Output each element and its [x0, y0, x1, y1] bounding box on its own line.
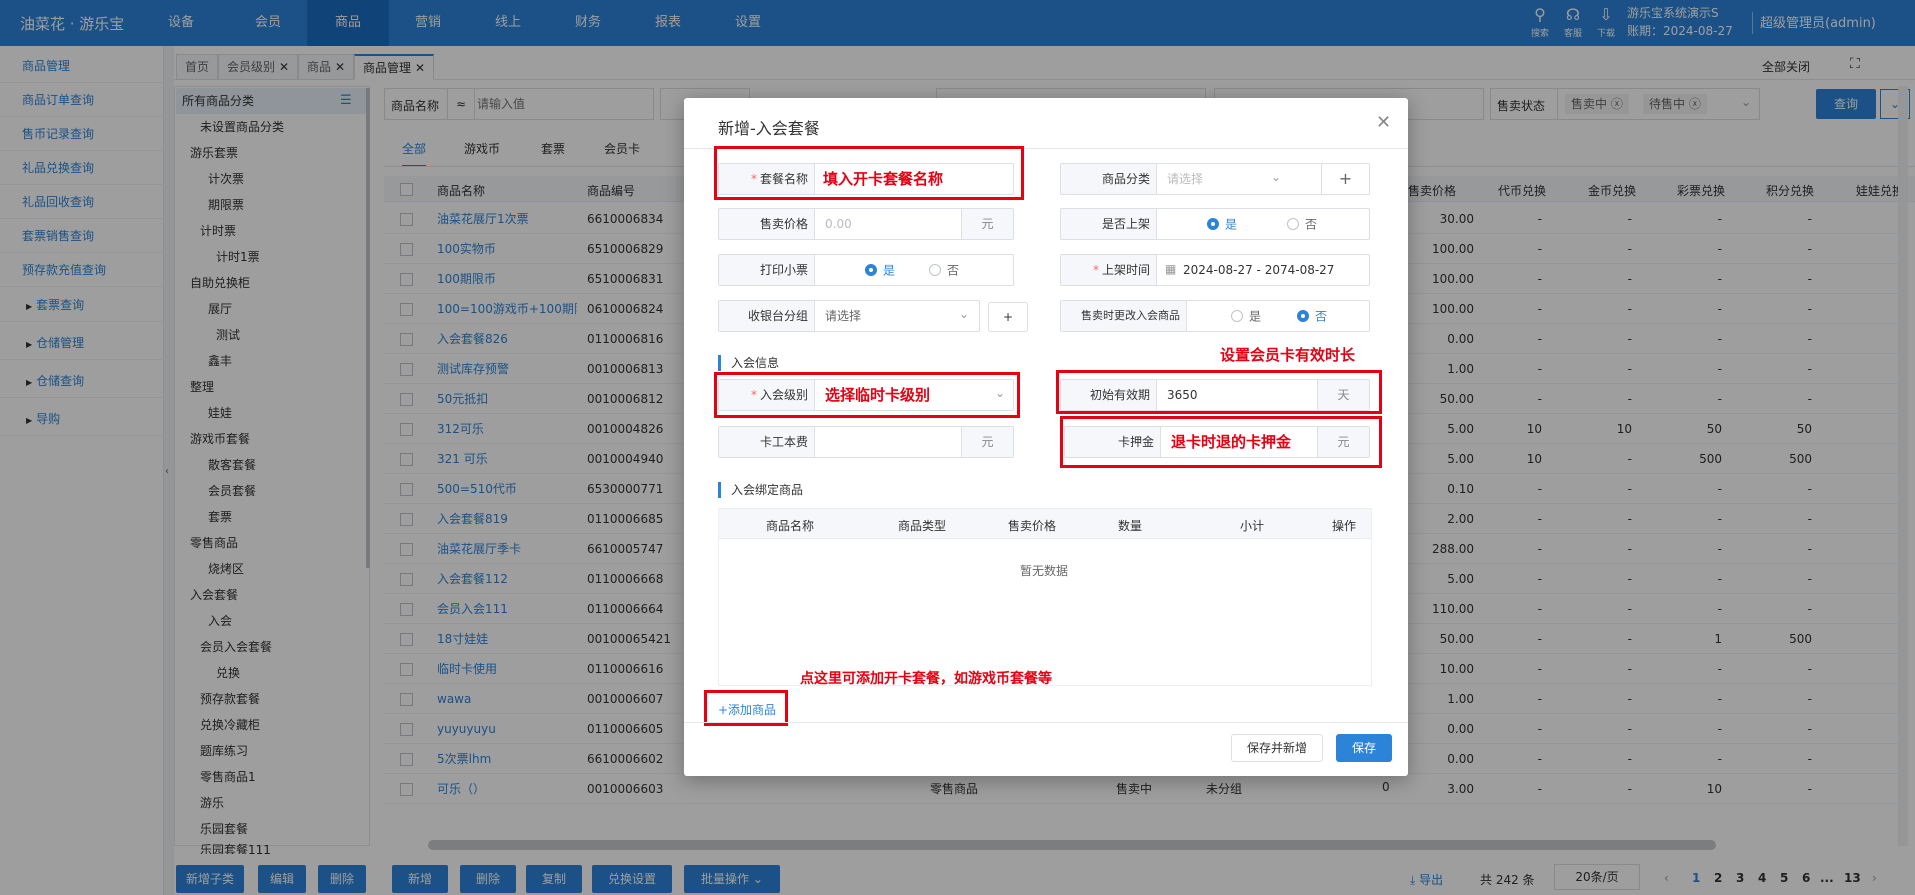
divider	[684, 722, 1408, 723]
field-label: 售卖价格	[719, 209, 815, 239]
chevron-down-icon: ⌄	[959, 307, 970, 321]
annotation-validity: 设置会员卡有效时长	[1220, 346, 1356, 364]
shelf-time-field: * 上架时间 ▦ 2024-08-27 - 2074-08-27	[1060, 254, 1370, 286]
print-receipt-field: 打印小票 是 否	[718, 254, 1014, 286]
save-button[interactable]: 保存	[1336, 734, 1392, 762]
validity-field: 初始有效期 3650 天	[1060, 379, 1370, 411]
on-shelf-no-radio[interactable]: 否	[1277, 209, 1317, 239]
field-label: 打印小票	[719, 255, 815, 285]
field-label: 卡押金	[1065, 427, 1161, 457]
card-cost-field: 卡工本费 元	[718, 426, 1014, 458]
category-select[interactable]: 请选择	[1157, 164, 1203, 194]
field-label: 是否上架	[1061, 209, 1157, 239]
on-shelf-field: 是否上架 是 否	[1060, 208, 1370, 240]
field-label: 卡工本费	[719, 427, 815, 457]
field-label: 商品分类	[1061, 164, 1157, 194]
add-cashier-group-button[interactable]: +	[988, 302, 1028, 332]
col-header: 操作	[1332, 519, 1357, 533]
chevron-down-icon: ⌄	[995, 386, 1006, 400]
field-label: * 套餐名称	[719, 164, 815, 194]
validity-input[interactable]: 3650	[1157, 380, 1198, 410]
add-membership-package-dialog: 新增-入会套餐 ✕ * 套餐名称 填入开卡套餐名称 商品分类 请选择 ⌄ + 售卖…	[684, 98, 1408, 776]
col-header: 商品类型	[898, 519, 947, 533]
col-header: 商品名称	[766, 519, 815, 533]
add-category-button[interactable]: +	[1321, 164, 1369, 194]
change-on-sale-field: 售卖时更改入会商品 是 否	[1060, 300, 1370, 332]
change-yes-radio[interactable]: 是	[1221, 301, 1261, 331]
cashier-group-select[interactable]: 请选择	[815, 301, 861, 331]
deposit-input[interactable]: 退卡时退的卡押金	[1161, 427, 1291, 457]
unit-label: 元	[961, 427, 1013, 457]
print-no-radio[interactable]: 否	[919, 255, 959, 285]
close-icon[interactable]: ✕	[1376, 112, 1391, 133]
field-label: 收银台分组	[719, 301, 815, 331]
add-goods-link[interactable]: +添加商品	[718, 701, 776, 718]
cashier-group-field: 收银台分组 请选择 ⌄	[718, 300, 980, 332]
section-join-info: 入会信息	[718, 355, 779, 371]
field-label: 售卖时更改入会商品	[1061, 301, 1187, 331]
join-level-select[interactable]: 选择临时卡级别	[815, 380, 930, 410]
change-no-radio[interactable]: 否	[1287, 301, 1327, 331]
join-level-field: * 入会级别 选择临时卡级别 ⌄	[718, 379, 1014, 411]
chevron-down-icon: ⌄	[1271, 170, 1282, 184]
save-and-new-button[interactable]: 保存并新增	[1231, 734, 1323, 762]
category-field: 商品分类 请选择 ⌄ +	[1060, 163, 1370, 195]
price-field: 售卖价格 0.00 元	[718, 208, 1014, 240]
price-input[interactable]: 0.00	[815, 209, 852, 239]
field-label: * 上架时间	[1061, 255, 1157, 285]
package-name-input[interactable]: 填入开卡套餐名称	[815, 164, 943, 194]
col-header: 小计	[1240, 519, 1265, 533]
unit-label: 元	[961, 209, 1013, 239]
col-header: 售卖价格	[1008, 519, 1057, 533]
shelf-time-range[interactable]: 2024-08-27 - 2074-08-27	[1173, 255, 1334, 285]
deposit-field: 卡押金 退卡时退的卡押金 元	[1064, 426, 1370, 458]
unit-label: 元	[1317, 427, 1369, 457]
annotation-add-goods: 点这里可添加开卡套餐，如游戏币套餐等	[800, 671, 1052, 687]
field-label: 初始有效期	[1061, 380, 1157, 410]
col-header: 数量	[1118, 519, 1143, 533]
unit-label: 天	[1317, 380, 1369, 410]
on-shelf-yes-radio[interactable]: 是	[1197, 209, 1237, 239]
empty-text: 暂无数据	[1020, 564, 1069, 578]
section-bind-goods: 入会绑定商品	[718, 482, 803, 498]
field-label: * 入会级别	[719, 380, 815, 410]
package-name-field: * 套餐名称 填入开卡套餐名称	[718, 163, 1014, 195]
card-cost-input[interactable]	[815, 427, 961, 457]
dialog-title: 新增-入会套餐	[718, 119, 820, 138]
print-yes-radio[interactable]: 是	[855, 255, 895, 285]
